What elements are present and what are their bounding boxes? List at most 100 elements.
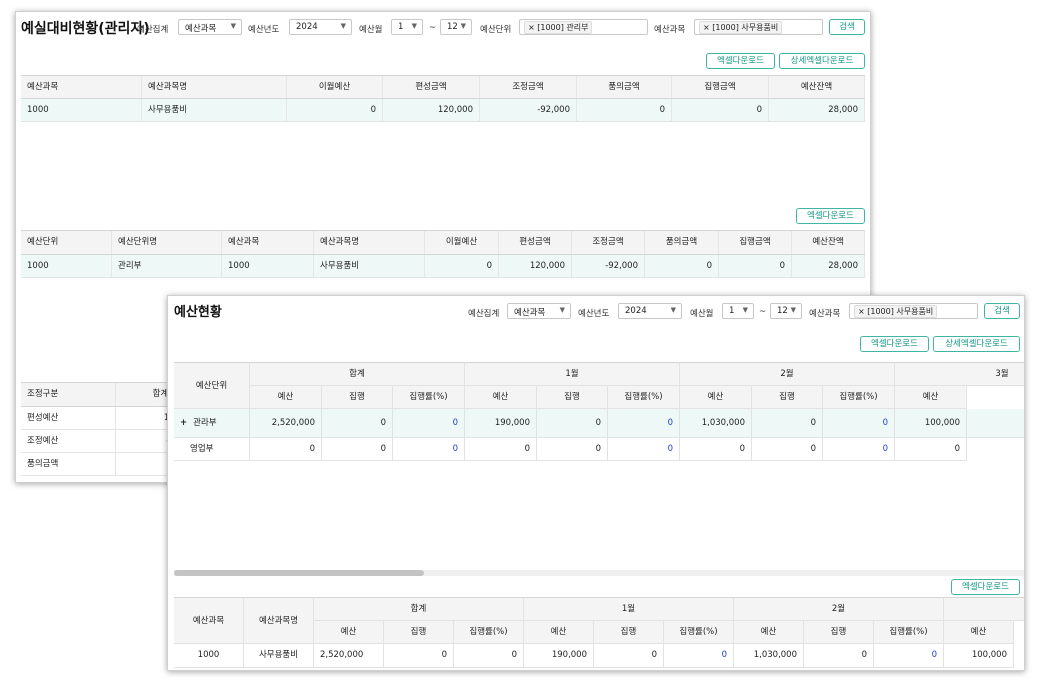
unit-name: 영업부 [174, 438, 250, 461]
table-row[interactable]: 1000 사무용품비 0 120,000 -92,000 0 0 28,000 [21, 99, 865, 122]
cell: 1000 [174, 644, 244, 668]
table-header: 예산과목 예산과목명 이월예산 편성금액 조정금액 품의금액 집행금액 예산잔액 [21, 76, 865, 99]
header-cell: 예산잔액 [769, 76, 865, 98]
budget-subject-table: 예산과목 예산과목명 이월예산 편성금액 조정금액 품의금액 집행금액 예산잔액… [21, 75, 865, 122]
subject-multiselect[interactable]: × [1000] 사무용품비 [849, 303, 978, 319]
detail-excel-download-button[interactable]: 상세엑셀다운로드 [779, 53, 865, 69]
search-button[interactable]: 검색 [829, 19, 865, 35]
agg-label: 예산집계 [468, 309, 500, 319]
page-title: 예산현황 [174, 305, 222, 320]
excel-download-button[interactable]: 엑셀다운로드 [860, 336, 929, 352]
header-cell: 예산과목명 [142, 76, 287, 98]
agg-select-value: 예산과목 [514, 308, 546, 318]
cell: 1000 [21, 99, 142, 121]
header-cell: 편성금액 [499, 231, 572, 254]
sub-header: 집행률(%) [608, 386, 680, 409]
header-cell: 집행금액 [672, 76, 769, 98]
cell: 0 [465, 438, 537, 461]
cell: 사무용품비 [314, 255, 425, 277]
cell: 0 [454, 644, 524, 668]
excel-download-button-2[interactable]: 엑셀다운로드 [796, 208, 865, 224]
sub-header: 예산 [314, 621, 384, 644]
cell: 0 [287, 99, 383, 121]
header-cell: 예산과목명 [314, 231, 425, 254]
sub-header: 집행률(%) [393, 386, 465, 409]
cell: 100,000 [895, 409, 967, 438]
subject-tag[interactable]: × [1000] 사무용품비 [854, 305, 938, 318]
expand-plus-icon[interactable]: + [180, 418, 187, 428]
cell: 편성예산 [21, 407, 116, 429]
cell: 2,520,000 [250, 409, 322, 438]
header-cell: 집행금액 [719, 231, 792, 254]
excel-download-button-2[interactable]: 엑셀다운로드 [951, 579, 1020, 595]
cell: 사무용품비 [142, 99, 287, 121]
cell: -92,000 [480, 99, 577, 121]
cell: 0 [425, 255, 499, 277]
agg-select-value: 예산과목 [185, 24, 217, 34]
search-button[interactable]: 검색 [984, 303, 1020, 319]
month-label: 예산월 [690, 309, 714, 319]
horizontal-scrollbar[interactable] [174, 570, 1024, 576]
sub-header: 집행 [537, 386, 608, 409]
budget-status-window: 예산현황 예산집계 예산과목 ▼ 예산년도 2024 ▼ 예산월 1 ▼ ~ 12 ▼ … [167, 295, 1025, 671]
unit-name: 관라부 [193, 418, 217, 428]
header-cell: 예산과목 [21, 76, 142, 98]
year-select-value: 2024 [296, 22, 318, 32]
month-range-tilde: ~ [429, 23, 437, 33]
cell: 0 [672, 99, 769, 121]
unit-tag-text: [1000] 관리부 [537, 23, 589, 32]
year-select-value: 2024 [625, 306, 647, 316]
unit-label: 예산단위 [480, 25, 512, 35]
header-cell: 예산과목 [174, 597, 244, 644]
cell [967, 409, 1024, 438]
cell: 0 [537, 438, 608, 461]
rate-cell: 0 [664, 644, 734, 668]
unit-multiselect[interactable]: × [1000] 관리부 [519, 19, 648, 35]
table-row[interactable]: 1000 관리부 1000 사무용품비 0 120,000 -92,000 0 … [21, 255, 865, 278]
cell: 0 [645, 255, 719, 277]
rate-cell: 0 [393, 438, 465, 461]
header-cell: 예산단위 [21, 231, 112, 254]
subject-label: 예산과목 [809, 309, 841, 319]
rate-cell: 0 [393, 409, 465, 438]
chevron-down-icon: ▼ [411, 22, 417, 30]
year-select[interactable]: 2024 ▼ [289, 19, 352, 35]
cell: 0 [680, 438, 752, 461]
sub-header: 집행 [752, 386, 823, 409]
cell: 120,000 [499, 255, 572, 277]
sub-header: 집행 [384, 621, 454, 644]
unit-cell[interactable]: + 관라부 [174, 409, 250, 438]
sub-header: 집행률(%) [823, 386, 895, 409]
cell: 190,000 [524, 644, 594, 668]
month-from-select[interactable]: 1 ▼ [391, 19, 423, 35]
group-header: 2월 [680, 362, 895, 386]
cell: 0 [752, 409, 823, 438]
rate-cell: 0 [608, 409, 680, 438]
subject-tag[interactable]: × [1000] 사무용품비 [699, 21, 783, 34]
year-label: 예산년도 [248, 25, 280, 35]
agg-select[interactable]: 예산과목 ▼ [178, 19, 242, 35]
year-select[interactable]: 2024 ▼ [618, 303, 682, 319]
rate-cell: 0 [608, 438, 680, 461]
excel-download-button[interactable]: 엑셀다운로드 [706, 53, 775, 69]
month-to-select[interactable]: 12 ▼ [770, 303, 802, 319]
agg-select[interactable]: 예산과목 ▼ [507, 303, 571, 319]
cell: 0 [752, 438, 823, 461]
cell: 28,000 [792, 255, 865, 277]
cell: 0 [594, 644, 664, 668]
subject-multiselect[interactable]: × [1000] 사무용품비 [694, 19, 823, 35]
scrollbar-thumb[interactable] [174, 570, 424, 576]
agg-label: 예산집계 [137, 25, 169, 35]
cell: 0 [537, 409, 608, 438]
sub-header: 예산 [944, 621, 1014, 644]
detail-excel-download-button[interactable]: 상세엑셀다운로드 [933, 336, 1020, 352]
cell: 0 [322, 409, 393, 438]
chevron-down-icon: ▼ [340, 22, 346, 30]
month-to-select[interactable]: 12 ▼ [440, 19, 472, 35]
sub-header: 예산 [524, 621, 594, 644]
month-to-value: 12 [777, 306, 788, 316]
unit-tag[interactable]: × [1000] 관리부 [524, 21, 593, 34]
month-from-select[interactable]: 1 ▼ [722, 303, 754, 319]
cell: 0 [250, 438, 322, 461]
cell: 1000 [21, 255, 112, 277]
